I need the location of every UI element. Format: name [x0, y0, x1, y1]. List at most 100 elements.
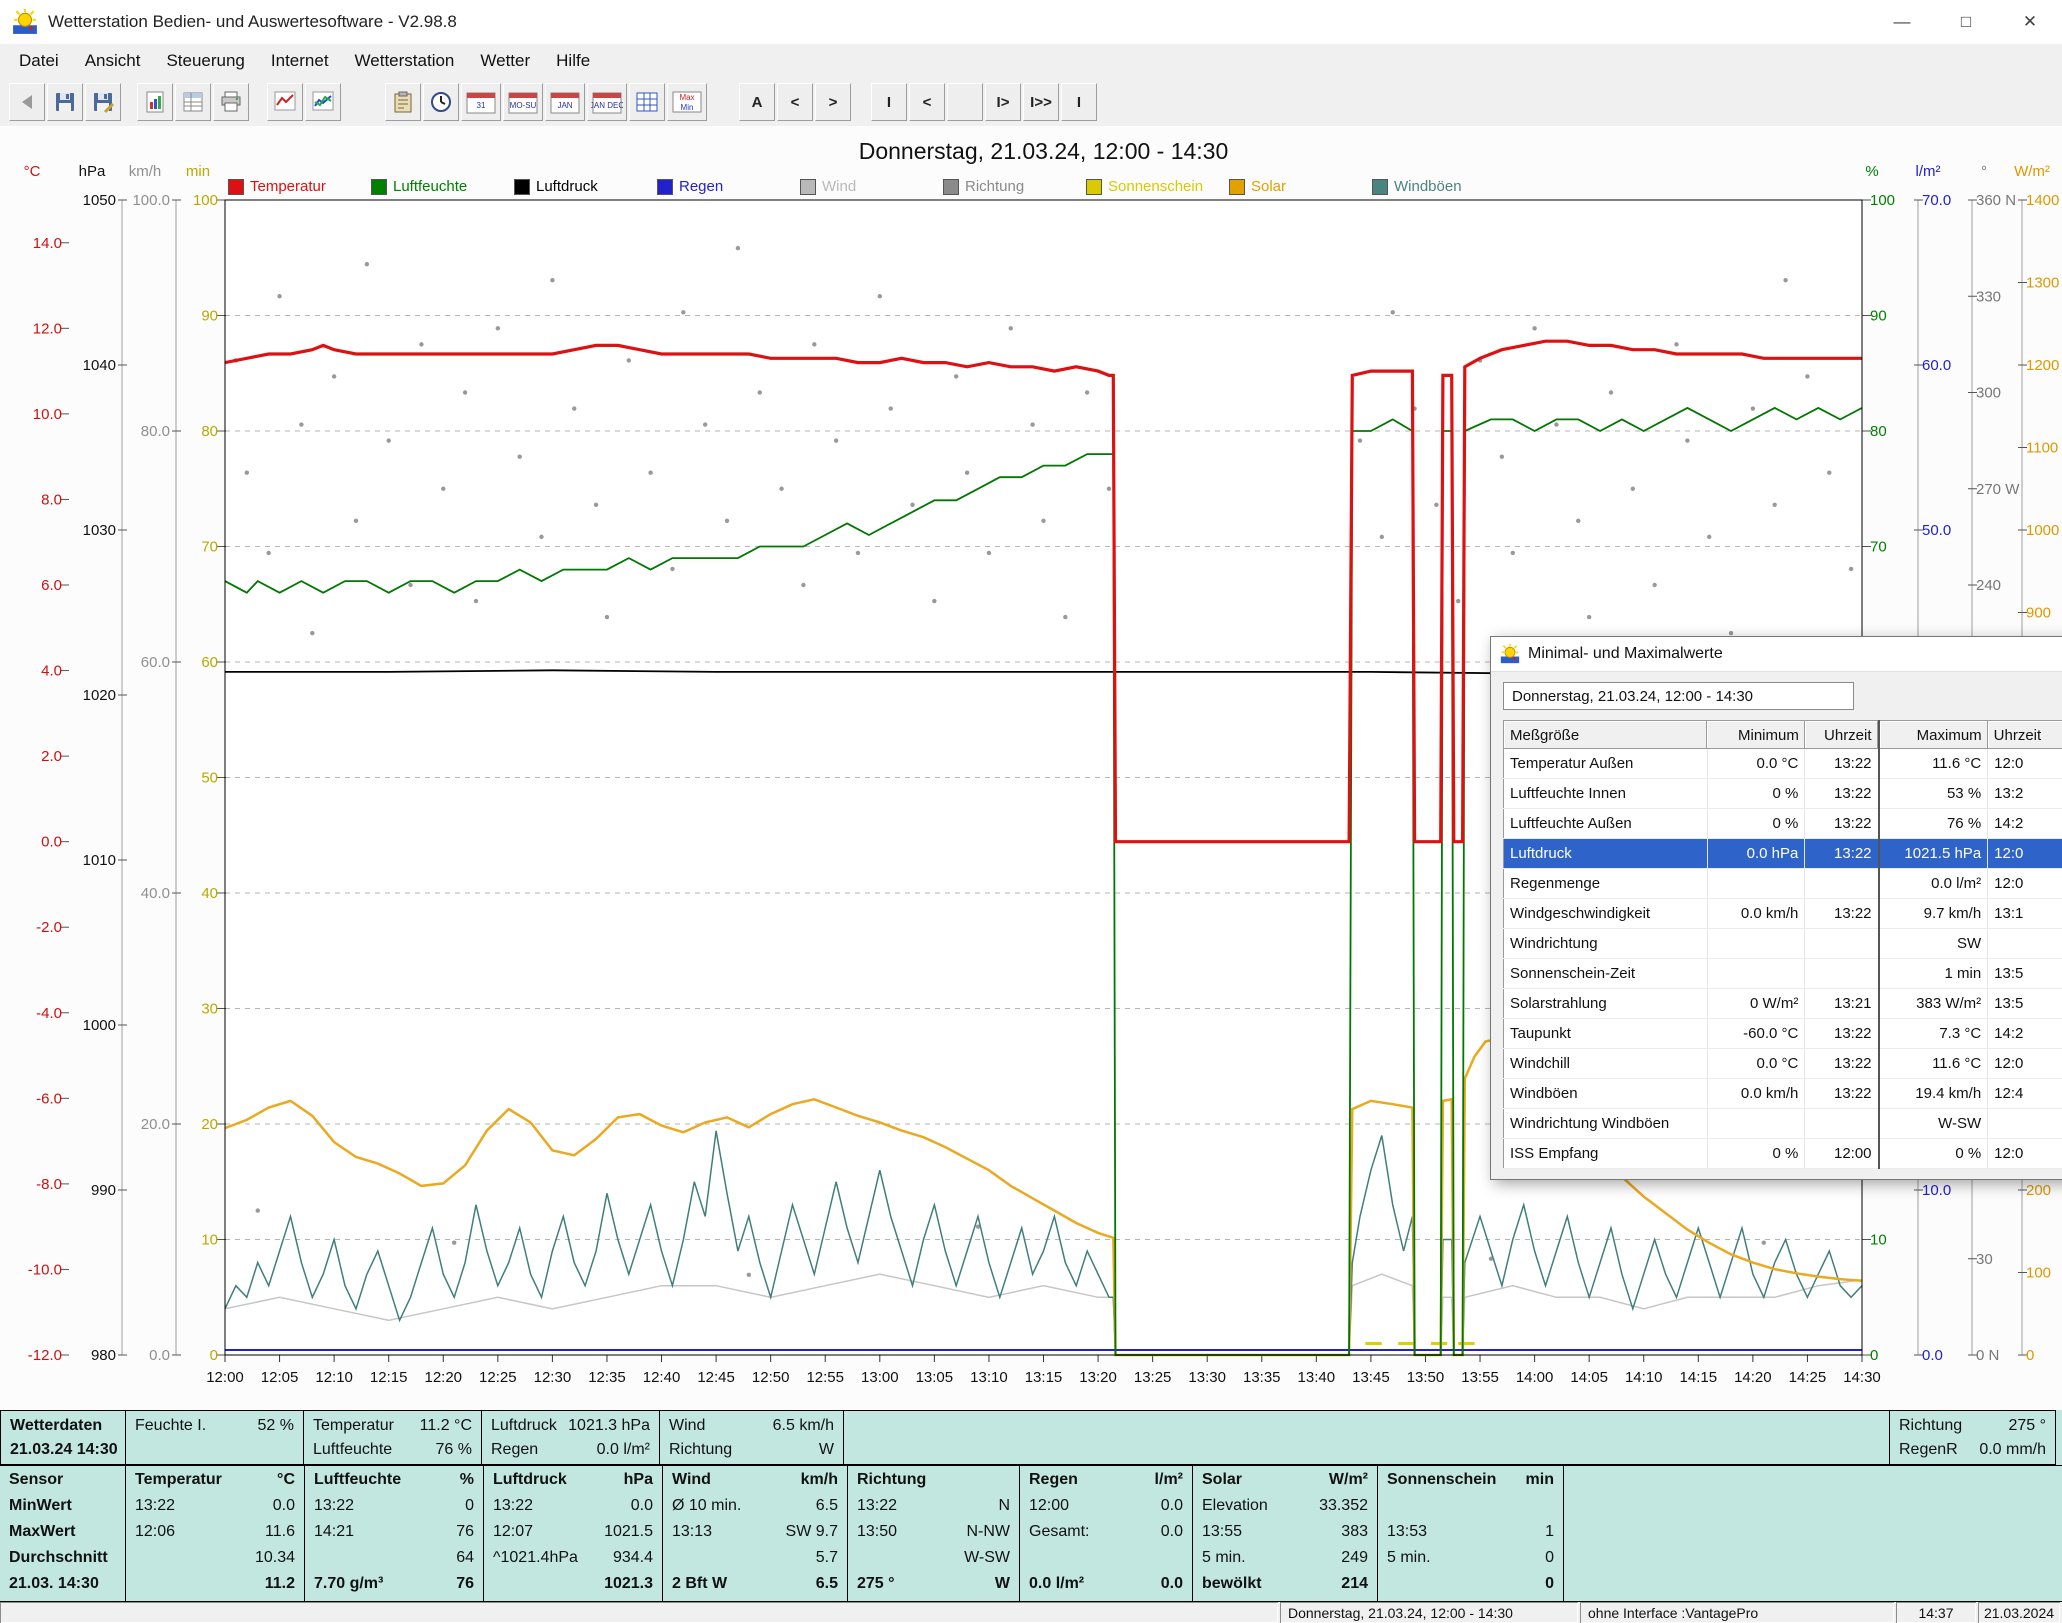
summary-cell-left: 13:13: [672, 1523, 712, 1541]
minmax-row-luftdruck[interactable]: Luftdruck0.0 hPa13:221021.5 hPa12:0: [1504, 839, 2062, 869]
minmax-cell: 12:00: [1805, 1139, 1879, 1169]
minmax-cell: 13:5: [1988, 959, 2062, 989]
svg-text:Min: Min: [681, 103, 694, 112]
minmax-row-windboen[interactable]: Windböen0.0 km/h13:2219.4 km/h12:4: [1504, 1079, 2062, 1109]
minmax-row-windchill[interactable]: Windchill0.0 °C13:2211.6 °C12:0: [1504, 1049, 2062, 1079]
data-table-icon: [634, 89, 660, 115]
svg-text:20.0: 20.0: [141, 1116, 170, 1133]
minmax-row-iss-empfang[interactable]: ISS Empfang0 %12:000 %12:0: [1504, 1139, 2062, 1169]
go-last-button[interactable]: I: [1061, 83, 1097, 121]
save-as-button[interactable]: [85, 83, 121, 121]
minmax-cell: [1707, 1109, 1805, 1139]
scroll-right-button[interactable]: >: [815, 83, 851, 121]
summary-cell-value: 5.7: [816, 1549, 838, 1567]
summary-cell: 13:55383: [1202, 1519, 1368, 1545]
svg-text:10: 10: [1870, 1232, 1887, 1249]
svg-text:-2.0: -2.0: [36, 919, 62, 936]
time-window-button[interactable]: [423, 83, 459, 121]
scroll-left-button[interactable]: <: [777, 83, 813, 121]
minmax-cell: Windgeschwindigkeit: [1504, 899, 1708, 929]
minmax-row-windrichtung[interactable]: WindrichtungSW: [1504, 929, 2062, 959]
maximize-button[interactable]: □: [1934, 0, 1998, 44]
summary-cell: 0: [1387, 1571, 1554, 1597]
summary-cell-left: 5 min.: [1202, 1549, 1246, 1567]
window-titlebar[interactable]: Wetterstation Bedien- und Auswertesoftwa…: [0, 0, 2062, 45]
summary-table: SensorMinWertMaxWertDurchschnitt21.03. 1…: [0, 1465, 2062, 1602]
svg-text:12:00: 12:00: [206, 1369, 244, 1386]
minmax-col-maximum-3[interactable]: Maximum: [1879, 721, 1988, 750]
menu-item-wetterstation[interactable]: Wetterstation: [342, 47, 468, 75]
minmax-row-luftfeuchte-innen[interactable]: Luftfeuchte Innen0 %13:2253 %13:2: [1504, 779, 2062, 809]
chart-multi-button[interactable]: [305, 83, 341, 121]
minmax-cell: 0 %: [1707, 809, 1805, 839]
summary-cell-value: 64: [456, 1549, 474, 1567]
summary-cell: 1021.3: [493, 1571, 653, 1597]
minmax-col-uhrzeit-4[interactable]: Uhrzeit: [1988, 721, 2062, 750]
minmax-cell: 12:4: [1988, 1079, 2062, 1109]
save-as-icon: [91, 90, 115, 114]
minmax-values-button[interactable]: MaxMin: [667, 83, 707, 121]
step-forward-button[interactable]: I>: [985, 83, 1021, 121]
summary-cell: Gesamt:0.0: [1029, 1519, 1183, 1545]
minmax-row-regenmenge[interactable]: Regenmenge0.0 l/m²12:0: [1504, 869, 2062, 899]
fast-forward-button[interactable]: I>>: [1023, 83, 1059, 121]
chart-document-button[interactable]: [137, 83, 173, 121]
summary-cell-left: 12:07: [493, 1523, 533, 1541]
view-month-button[interactable]: JAN: [545, 83, 585, 121]
summary-cell-left: 12:00: [1029, 1497, 1069, 1515]
svg-text:12:40: 12:40: [643, 1369, 681, 1386]
step-back-button[interactable]: [947, 83, 983, 121]
menu-item-wetter[interactable]: Wetter: [467, 47, 543, 75]
minmax-row-temperatur-aussen[interactable]: Temperatur Außen0.0 °C13:2211.6 °C12:0: [1504, 749, 2062, 779]
chart-single-button[interactable]: [267, 83, 303, 121]
fast-back-button[interactable]: <: [909, 83, 945, 121]
minmax-row-windgeschwindigkeit[interactable]: Windgeschwindigkeit0.0 km/h13:229.7 km/h…: [1504, 899, 2062, 929]
menu-item-steuerung[interactable]: Steuerung: [153, 47, 257, 75]
minmax-row-solarstrahlung[interactable]: Solarstrahlung0 W/m²13:21383 W/m²13:5: [1504, 989, 2062, 1019]
minmax-col-messgrosse-0[interactable]: Meßgröße: [1504, 721, 1708, 750]
view-year-button[interactable]: JAN DEC: [587, 83, 627, 121]
summary-col-title: Luftfeuchte: [314, 1471, 401, 1489]
summary-cell: 5.7: [672, 1545, 838, 1571]
menu-item-hilfe[interactable]: Hilfe: [543, 47, 603, 75]
summary-cell: 5 min.249: [1202, 1545, 1368, 1571]
summary-cell: 11.2: [135, 1571, 295, 1597]
minmax-row-taupunkt[interactable]: Taupunkt-60.0 °C13:227.3 °C14:2: [1504, 1019, 2062, 1049]
svg-text:50.0: 50.0: [1922, 522, 1951, 539]
summary-col-unit: hPa: [624, 1471, 653, 1489]
minmax-col-minimum-1[interactable]: Minimum: [1707, 721, 1805, 750]
period-combo[interactable]: Donnerstag, 21.03.24, 12:00 - 14:30: [1503, 682, 1854, 710]
svg-text:13:50: 13:50: [1407, 1369, 1445, 1386]
svg-text:270 W: 270 W: [1976, 481, 2020, 498]
view-week-button[interactable]: MO-SU: [503, 83, 543, 121]
minmax-col-uhrzeit-2[interactable]: Uhrzeit: [1805, 721, 1879, 750]
summary-cell-value: 0.0: [631, 1497, 653, 1515]
minmax-row-windrichtung-windboen[interactable]: Windrichtung WindböenW-SW: [1504, 1109, 2062, 1139]
summary-cell-value: W-SW: [964, 1549, 1010, 1567]
minmax-cell: 383 W/m²: [1879, 989, 1988, 1019]
auto-scale-button[interactable]: A: [739, 83, 775, 121]
report-button[interactable]: [175, 83, 211, 121]
print-button[interactable]: [213, 83, 249, 121]
close-button[interactable]: ✕: [1998, 0, 2062, 44]
info-value: 6.5 km/h: [773, 1417, 834, 1435]
minmax-row-luftfeuchte-aussen[interactable]: Luftfeuchte Außen0 %13:2276 %14:2: [1504, 809, 2062, 839]
menu-item-internet[interactable]: Internet: [258, 47, 342, 75]
save-button[interactable]: [47, 83, 83, 121]
svg-text:0: 0: [2026, 1347, 2034, 1364]
data-table-button[interactable]: [629, 83, 665, 121]
back-button[interactable]: [9, 83, 45, 121]
minmax-cell: [1988, 929, 2062, 959]
axis-kmh: km/h100.080.060.040.020.00.0: [129, 163, 181, 1364]
minimize-button[interactable]: —: [1870, 0, 1934, 44]
minmax-cell: 0 %: [1707, 779, 1805, 809]
menu-item-datei[interactable]: Datei: [6, 47, 72, 75]
menu-item-ansicht[interactable]: Ansicht: [72, 47, 154, 75]
summary-cell-left: 13:50: [857, 1523, 897, 1541]
clipboard-button[interactable]: [385, 83, 421, 121]
minmax-row-sonnenschein-zeit[interactable]: Sonnenschein-Zeit1 min13:5: [1504, 959, 2062, 989]
minmax-dialog-titlebar[interactable]: Minimal- und Maximalwerte: [1491, 637, 2062, 672]
view-day-button[interactable]: 31: [461, 83, 501, 121]
go-first-button[interactable]: I: [871, 83, 907, 121]
summary-cell-left: 7.70 g/m³: [314, 1575, 383, 1593]
